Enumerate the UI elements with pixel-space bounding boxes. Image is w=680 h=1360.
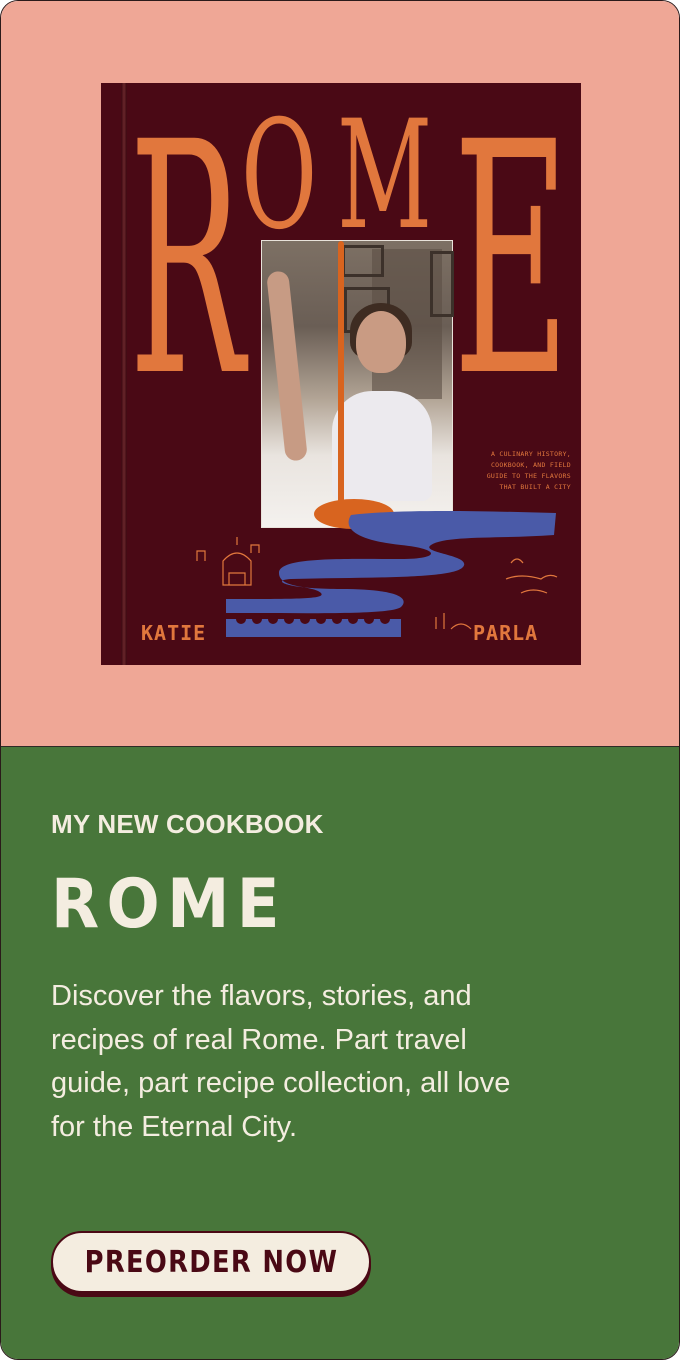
book-description: Discover the flavors, stories, and recip…	[51, 980, 511, 1143]
eyebrow-text: MY NEW COOKBOOK	[51, 809, 324, 839]
preorder-button-label: PREORDER NOW	[84, 1244, 338, 1280]
cover-author-last-name: PARLA	[473, 621, 539, 645]
preorder-button[interactable]: PREORDER NOW	[51, 1231, 371, 1293]
cover-author-first-name: KATIE	[141, 621, 207, 645]
book-title-heading: ROME	[51, 865, 287, 944]
promo-card: R O M E A CULINARY HISTORY, COOKBOOK, AN…	[0, 0, 680, 1360]
river-illustration	[196, 511, 558, 637]
cover-panel: R O M E A CULINARY HISTORY, COOKBOOK, AN…	[1, 1, 679, 746]
book-cover-image: R O M E A CULINARY HISTORY, COOKBOOK, AN…	[101, 83, 581, 665]
